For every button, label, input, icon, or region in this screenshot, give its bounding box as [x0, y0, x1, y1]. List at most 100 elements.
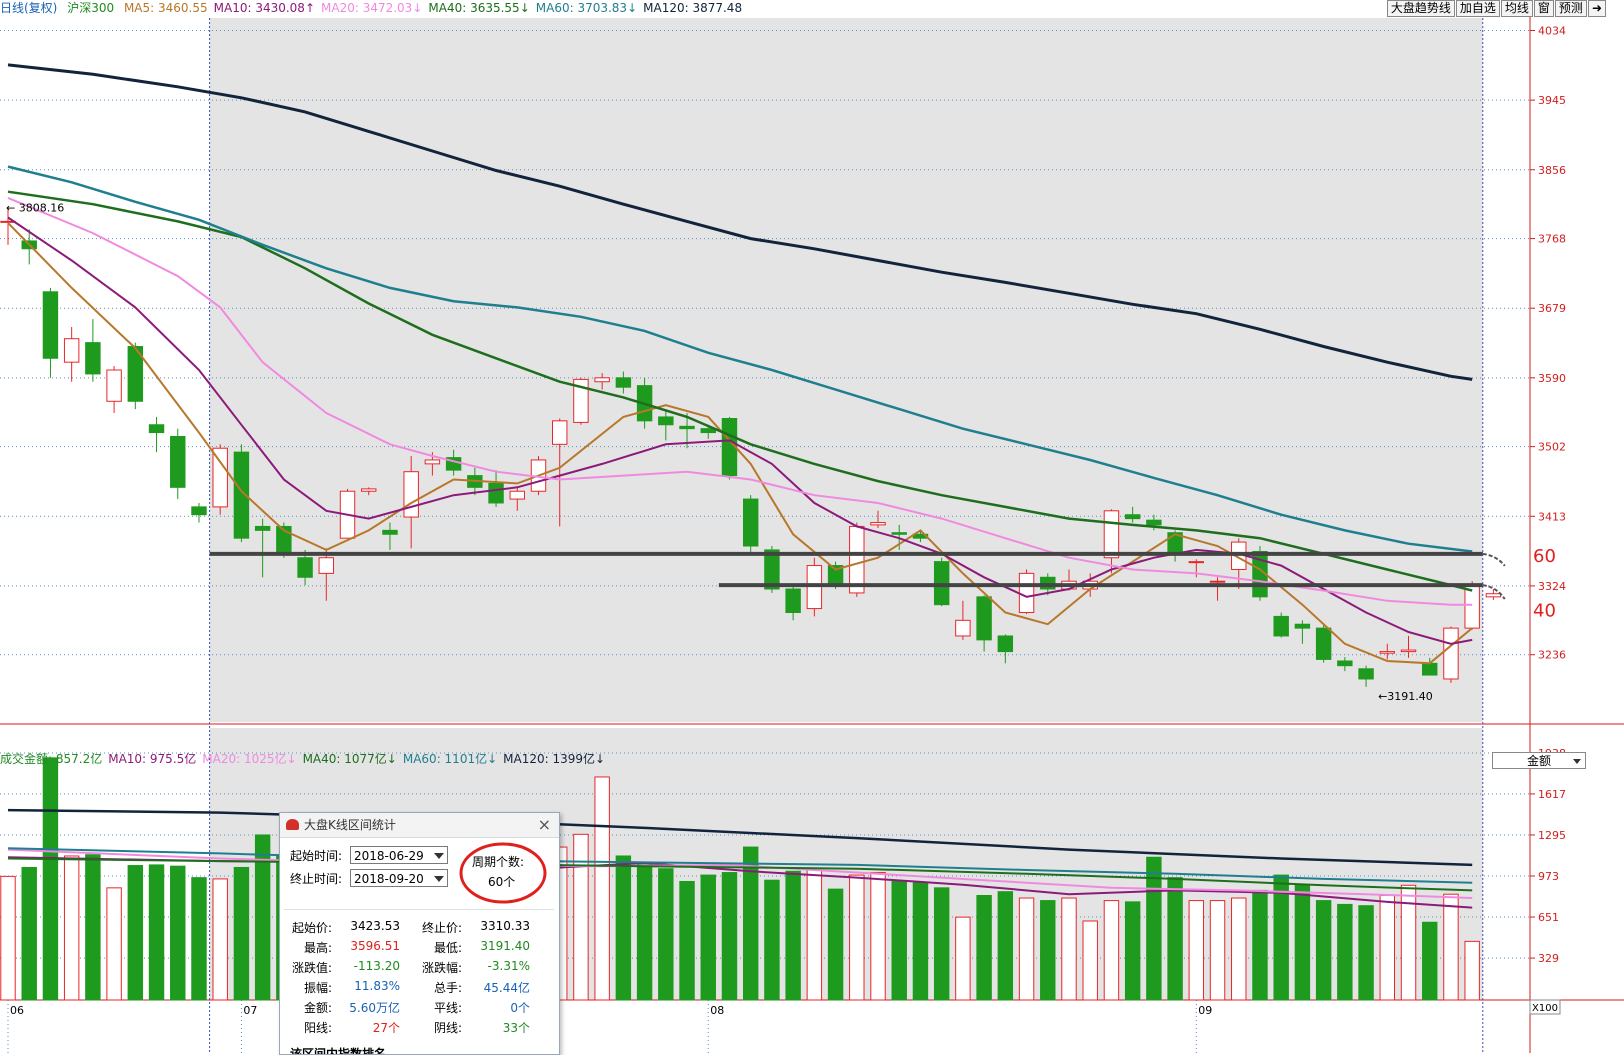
stat-label-1: 终止价: [421, 921, 462, 935]
trend-line-button[interactable]: 大盘趋势线 [1386, 0, 1455, 17]
volume-bar-1 [21, 866, 37, 1001]
price-tick-label-7: 3413 [1538, 510, 1566, 523]
x-tick-label-1: 07 [243, 1004, 257, 1017]
candle-body [552, 420, 568, 445]
index-label: 沪深300 [67, 1, 115, 15]
candle-body [424, 459, 441, 465]
price-tick-label-5: 3590 [1538, 372, 1566, 385]
trend-label-40: 40 [1533, 601, 1556, 622]
volume-bar-5 [106, 887, 122, 1001]
volume-bar-48 [1018, 897, 1035, 1001]
candle-body [679, 425, 695, 430]
forecast-button[interactable]: 预测 [1554, 0, 1587, 17]
volume-bar-34 [721, 872, 738, 1001]
close-icon[interactable]: × [538, 813, 551, 837]
candle-body [997, 635, 1014, 653]
volume-bar-31 [658, 868, 674, 1001]
trend-label-60: 60 [1533, 546, 1556, 567]
candle-body [382, 529, 398, 535]
add-watchlist-button[interactable]: 加自选 [1455, 0, 1500, 17]
ma-button[interactable]: 均线 [1500, 0, 1533, 17]
volume-bar-69 [1464, 940, 1480, 1001]
highlight-circle [459, 842, 547, 904]
volume-bar-2 [42, 757, 59, 1001]
candle-body [1315, 627, 1332, 660]
candle-11 [233, 444, 250, 543]
x-tick-label-0: 06 [10, 1004, 24, 1017]
volume-bar-64 [1358, 905, 1374, 1001]
app-logo-icon [286, 819, 299, 830]
candle-60 [1273, 612, 1289, 638]
candle-8 [170, 428, 186, 500]
volume-bar-50 [1061, 897, 1077, 1001]
low-marker: ←3191.40 [1378, 690, 1433, 703]
chevron-down-icon [434, 853, 444, 859]
candle-70 [1485, 589, 1502, 600]
stat-value-0: 3423.53 [350, 919, 400, 933]
volume-unit: X100 [1532, 1003, 1558, 1014]
volume-label-5: MA120: 1399亿↓ [503, 752, 606, 766]
candle-body [1422, 662, 1438, 676]
volume-bar-32 [679, 880, 695, 1001]
candle-6 [127, 342, 144, 410]
volume-bar-41 [870, 872, 886, 1001]
divider [284, 909, 554, 910]
candle-body [1209, 580, 1226, 583]
volume-bar-39 [827, 888, 844, 1001]
candle-body [148, 424, 165, 434]
volume-tick-label-4: 651 [1538, 911, 1559, 924]
volume-bar-55 [1167, 877, 1183, 1001]
price-tick-label-6: 3502 [1538, 441, 1566, 454]
volume-bar-43 [912, 882, 929, 1001]
stat-label-5: 涨跌幅: [421, 961, 462, 975]
trend-line-tail-0 [1482, 552, 1506, 567]
candle-body [170, 435, 186, 488]
candle-body [1379, 651, 1396, 654]
price-label-1: MA10: 3430.08↑ [213, 1, 315, 15]
end-date-select[interactable]: 2018-09-20 [350, 869, 448, 887]
volume-label-3: MA40: 1077亿↓ [302, 752, 397, 766]
volume-bar-6 [127, 865, 144, 1001]
range-stats-dialog: 大盘K线区间统计 × 起始时间: 2018-06-29 终止时间: 2018-0… [279, 812, 560, 1055]
stat-label-9: 平线: [433, 1001, 462, 1015]
price-label-4: MA60: 3703.83↓ [535, 1, 638, 15]
candle-body [1273, 615, 1289, 637]
stat-value-7: 45.44亿 [483, 981, 530, 995]
candle-body [1103, 510, 1120, 559]
volume-bar-59 [1252, 889, 1268, 1001]
period-label[interactable]: 日线(复权) [0, 1, 57, 15]
candle-body [849, 525, 865, 594]
volume-tick-label-2: 1295 [1538, 829, 1566, 842]
volume-bar-53 [1124, 901, 1141, 1001]
stat-label-11: 阴线: [433, 1021, 462, 1035]
volume-bar-42 [891, 880, 907, 1001]
volume-tick-label-5: 329 [1538, 952, 1559, 965]
window-button[interactable]: 窗 [1533, 0, 1554, 17]
chevron-down-icon [1573, 759, 1581, 764]
dialog-titlebar[interactable]: 大盘K线区间统计 × [280, 813, 559, 838]
volume-label-2: MA20: 1025亿↓ [202, 752, 297, 766]
chevron-down-icon [434, 876, 444, 882]
volume-bar-38 [806, 869, 823, 1001]
volume-bar-49 [1040, 900, 1056, 1001]
candle-body [42, 291, 59, 359]
volume-bar-58 [1231, 897, 1247, 1001]
candle-body [63, 338, 80, 363]
stat-value-8: 5.60万亿 [349, 1001, 400, 1015]
stat-value-11: 33个 [502, 1021, 530, 1035]
volume-tick-label-3: 973 [1538, 870, 1559, 883]
stat-label-6: 振幅: [303, 981, 332, 995]
volume-tick-label-1: 1617 [1538, 788, 1566, 801]
start-date-select[interactable]: 2018-06-29 [350, 846, 448, 864]
candle-body [870, 522, 886, 526]
stat-label-7: 总手: [433, 981, 462, 995]
candle-body [1464, 584, 1480, 629]
candle-body [976, 596, 992, 641]
amount-select[interactable]: 金额 [1492, 752, 1586, 769]
exit-icon[interactable]: ➜ [1587, 0, 1606, 17]
volume-label-4: MA60: 1101亿↓ [402, 752, 498, 766]
candle-body [488, 482, 504, 504]
volume-bar-46 [976, 894, 992, 1001]
stat-value-1: 3310.33 [480, 919, 530, 933]
volume-bar-51 [1082, 920, 1098, 1001]
